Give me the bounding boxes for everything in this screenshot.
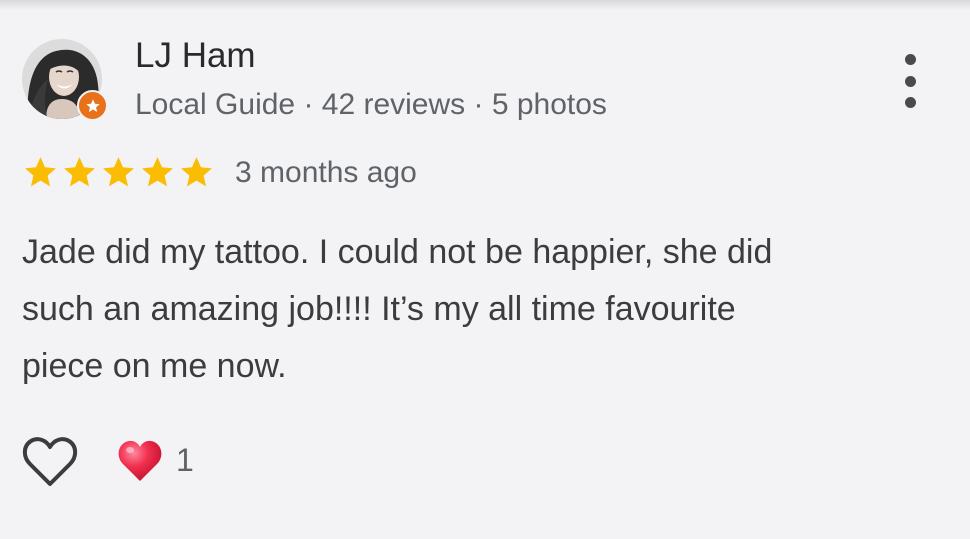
star-icon [25, 157, 56, 187]
star-icon [142, 157, 173, 187]
star-icon [64, 157, 95, 187]
reaction-count: 1 [176, 442, 194, 478]
reaction-heart-button[interactable] [117, 438, 163, 484]
more-vert-icon-dot [904, 54, 916, 65]
more-options-button[interactable] [894, 54, 926, 108]
review-text-line: Jade did my tattoo. I could not be happi… [22, 233, 773, 271]
review-card: LJ Ham Local Guide · 42 reviews · 5 phot… [0, 0, 970, 539]
local-guide-star-icon [77, 90, 108, 121]
heart-outline-icon [22, 437, 78, 486]
star-rating [22, 154, 215, 191]
like-button[interactable] [22, 436, 78, 488]
star-icon [181, 157, 212, 187]
more-vert-icon-dot [904, 75, 916, 87]
author-name[interactable]: LJ Ham [135, 36, 256, 76]
author-avatar-wrapper[interactable] [22, 39, 108, 121]
more-vert-icon-dot [904, 97, 916, 108]
review-text-line: piece on me now. [22, 347, 287, 385]
review-text: Jade did my tattoo. I could not be happi… [22, 224, 922, 395]
top-divider-shadow [0, 0, 970, 10]
star-icon [103, 157, 134, 187]
review-time: 3 months ago [235, 156, 417, 189]
author-meta[interactable]: Local Guide · 42 reviews · 5 photos [135, 88, 607, 122]
review-text-line: such an amazing job!!!! It’s my all time… [22, 290, 736, 328]
red-heart-emoji-icon [118, 440, 162, 481]
